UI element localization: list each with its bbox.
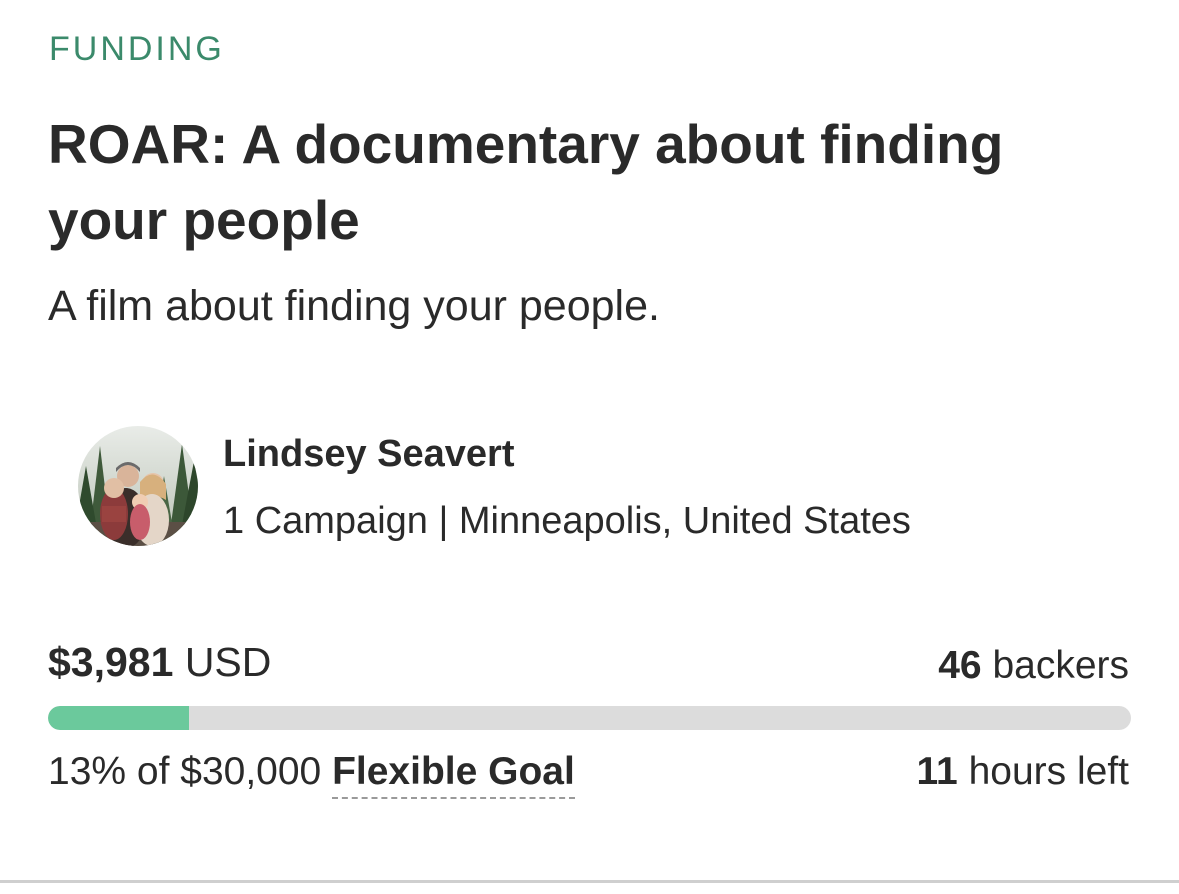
time-remaining: 11 hours left — [917, 744, 1130, 800]
campaign-title[interactable]: ROAR: A documentary about finding your p… — [48, 106, 1128, 258]
goal-percent-text: 13% of $30,000 — [48, 750, 322, 793]
avatar[interactable] — [78, 426, 198, 546]
campaigner-avatar-photo — [78, 426, 198, 546]
raised-amount: $3,981 — [48, 639, 174, 685]
raised-currency: USD — [184, 639, 272, 685]
goal-summary: 13% of $30,000 Flexible Goal — [48, 744, 575, 800]
campaigner-meta: 1 Campaign | Minneapolis, United States — [223, 500, 911, 542]
funds-raised: $3,981 USD — [48, 634, 271, 690]
funding-progress-fill — [48, 706, 189, 730]
flexible-goal-link[interactable]: Flexible Goal — [332, 750, 575, 799]
campaigner-name[interactable]: Lindsey Seavert — [223, 430, 514, 478]
backers-label: backers — [992, 644, 1129, 687]
time-left-value: 11 — [916, 750, 958, 793]
time-left-label: hours left — [968, 750, 1129, 793]
funding-progress-bar — [48, 706, 1131, 730]
backers-number: 46 — [938, 644, 982, 687]
campaign-status-label: FUNDING — [49, 30, 225, 68]
campaign-tagline: A film about finding your people. — [48, 282, 660, 330]
section-divider — [0, 880, 1179, 883]
backers-count: 46 backers — [938, 638, 1129, 694]
campaign-card: FUNDING ROAR: A documentary about findin… — [0, 0, 1179, 880]
